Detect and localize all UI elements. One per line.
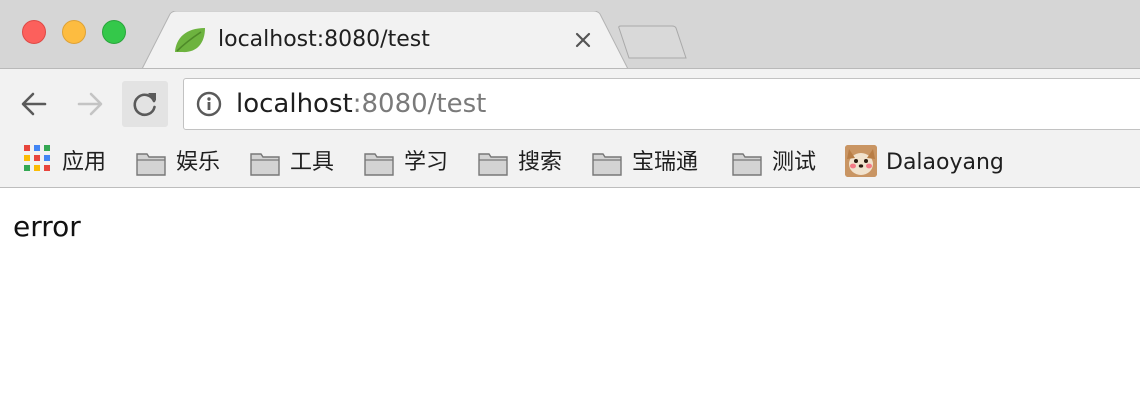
bookmark-folder-baoruitong[interactable]: 宝瑞通 — [591, 144, 709, 182]
bookmark-apps[interactable]: 应用 — [24, 144, 114, 182]
info-icon[interactable] — [196, 91, 222, 117]
reload-icon — [133, 93, 156, 117]
new-tab-button[interactable] — [616, 24, 690, 60]
bookmark-label: Dalaoyang — [886, 150, 1004, 175]
bookmark-label: 娱乐 — [176, 150, 221, 175]
url-text[interactable]: localhost:8080/test — [236, 88, 486, 120]
page-body-text: error — [13, 210, 81, 243]
folder-icon — [364, 153, 394, 176]
browser-window: localhost:8080/test localhost:8080/test … — [0, 0, 1140, 414]
arrow-right-icon — [77, 92, 103, 116]
tab-strip: localhost:8080/test — [0, 0, 1140, 69]
bookmark-label: 工具 — [290, 150, 335, 175]
apps-grid-icon — [24, 145, 52, 173]
close-icon[interactable] — [571, 28, 595, 52]
page-content: error — [0, 188, 1140, 414]
bookmark-profile[interactable]: Dalaoyang — [845, 144, 1015, 182]
bookmark-folder-test[interactable]: 测试 — [731, 144, 823, 182]
spring-leaf-icon — [175, 28, 205, 53]
browser-toolbar: localhost:8080/test — [0, 68, 1140, 140]
bookmark-label: 宝瑞通 — [632, 150, 699, 175]
tab-title: localhost:8080/test — [218, 27, 430, 52]
bookmark-folder-entertainment[interactable]: 娱乐 — [135, 144, 227, 182]
arrow-left-icon — [21, 92, 47, 116]
back-button[interactable] — [11, 81, 57, 127]
forward-button[interactable] — [67, 81, 113, 127]
window-maximize-button[interactable] — [102, 20, 126, 44]
folder-icon — [478, 153, 508, 176]
bookmark-folder-tools[interactable]: 工具 — [249, 144, 341, 182]
folder-icon — [136, 153, 166, 176]
bookmark-label: 应用 — [62, 150, 107, 175]
avatar — [845, 145, 877, 177]
bookmark-folder-study[interactable]: 学习 — [363, 144, 455, 182]
window-close-button[interactable] — [22, 20, 46, 44]
bookmark-folder-search[interactable]: 搜索 — [477, 144, 569, 182]
window-minimize-button[interactable] — [62, 20, 86, 44]
bookmark-label: 搜索 — [518, 150, 563, 175]
bookmarks-bar: 应用 娱乐 工具 学习 搜索 宝瑞通 测试 Dalaoyang — [0, 140, 1140, 188]
folder-icon — [592, 153, 622, 176]
folder-icon — [732, 153, 762, 176]
address-bar[interactable]: localhost:8080/test — [183, 78, 1140, 130]
reload-button[interactable] — [122, 81, 168, 127]
bookmark-label: 学习 — [404, 150, 449, 175]
url-host: localhost — [236, 89, 353, 119]
url-port-path: :8080/test — [352, 89, 487, 119]
bookmark-label: 测试 — [772, 150, 817, 175]
folder-icon — [250, 153, 280, 176]
